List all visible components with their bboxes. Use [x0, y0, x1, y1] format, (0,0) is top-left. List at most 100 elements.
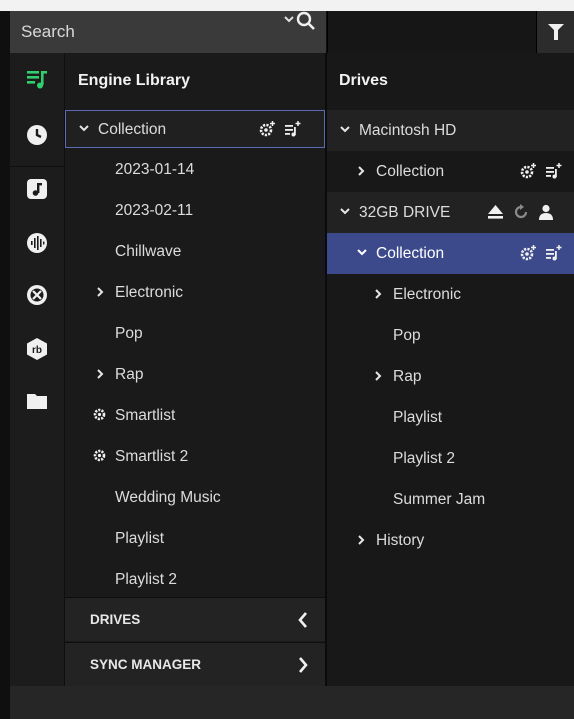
- item-label: 2023-01-14: [115, 161, 195, 178]
- drive-item[interactable]: Playlist 2: [327, 438, 574, 479]
- chevron-down-icon[interactable]: [78, 123, 90, 133]
- item-label: Playlist 2: [393, 450, 456, 467]
- rail-item-history[interactable]: [10, 115, 64, 155]
- drive-item-macintosh-hd[interactable]: Macintosh HD: [327, 110, 574, 151]
- engine-library-panel: Engine Library Collection 2023-01-14 202…: [65, 53, 325, 686]
- library-item[interactable]: Electronic: [65, 272, 325, 313]
- item-label: 2023-02-11: [115, 202, 194, 219]
- source-rail: rb: [10, 53, 64, 686]
- search-input[interactable]: [21, 22, 271, 42]
- library-item[interactable]: 2023-02-11: [65, 190, 325, 231]
- item-label: Pop: [393, 327, 421, 344]
- refresh-icon[interactable]: [513, 204, 529, 220]
- drive-item-collection-selected[interactable]: Collection: [327, 233, 574, 274]
- eject-icon[interactable]: [487, 204, 504, 220]
- item-label: Wedding Music: [115, 489, 221, 506]
- item-label: Playlist: [115, 530, 165, 547]
- panel-title: Engine Library: [78, 72, 191, 89]
- library-item[interactable]: Pop: [65, 313, 325, 354]
- drives-panel: Drives Macintosh HD Collection 32GB DRIV…: [327, 53, 574, 686]
- rekordbox-icon: rb: [27, 338, 47, 360]
- rail-item-library[interactable]: [10, 59, 64, 99]
- chevron-down-icon[interactable]: [356, 247, 368, 257]
- sync-manager-section-toggle[interactable]: SYNC MANAGER: [65, 642, 325, 686]
- chevron-down-icon[interactable]: [283, 14, 295, 24]
- library-item[interactable]: Smartlist: [65, 395, 325, 436]
- chevron-right-icon[interactable]: [356, 165, 366, 177]
- library-item[interactable]: Chillwave: [65, 231, 325, 272]
- rail-item-stream[interactable]: [10, 275, 64, 315]
- panel-title: Drives: [339, 72, 388, 89]
- item-label: Smartlist: [115, 407, 176, 424]
- item-label: Rap: [393, 368, 422, 385]
- chevron-right-icon[interactable]: [373, 370, 383, 382]
- drive-item[interactable]: Pop: [327, 315, 574, 356]
- smartlist-gear-icon: [93, 408, 106, 421]
- rail-item-soundcloud[interactable]: [10, 223, 64, 263]
- music-note-icon: [27, 179, 47, 199]
- library-item[interactable]: Playlist 2: [65, 559, 325, 600]
- drive-item[interactable]: Summer Jam: [327, 479, 574, 520]
- filter-icon: [547, 24, 564, 40]
- rail-divider: [10, 166, 64, 167]
- item-label: Electronic: [393, 286, 462, 303]
- svg-text:rb: rb: [32, 345, 42, 356]
- folder-icon: [27, 394, 47, 409]
- smartlist-gear-icon: [93, 449, 106, 462]
- chevron-down-icon[interactable]: [339, 206, 351, 216]
- chevron-right-icon[interactable]: [95, 286, 105, 298]
- item-label: Collection: [376, 245, 445, 262]
- drive-item[interactable]: Rap: [327, 356, 574, 397]
- library-item[interactable]: Rap: [65, 354, 325, 395]
- item-label: Smartlist 2: [115, 448, 189, 465]
- chevron-right-icon[interactable]: [373, 288, 383, 300]
- item-label: History: [376, 532, 425, 549]
- gear-plus-icon[interactable]: [520, 244, 537, 261]
- item-label: Collection: [376, 163, 445, 180]
- playlist-add-icon[interactable]: [545, 244, 562, 261]
- section-label: DRIVES: [90, 612, 141, 627]
- drive-item[interactable]: Playlist: [327, 397, 574, 438]
- item-label: Chillwave: [115, 243, 182, 260]
- section-label: SYNC MANAGER: [90, 657, 202, 672]
- item-label: Pop: [115, 325, 143, 342]
- library-item[interactable]: Playlist: [65, 518, 325, 559]
- drive-item-32gb[interactable]: 32GB DRIVE: [327, 192, 574, 233]
- item-label: Summer Jam: [393, 491, 486, 508]
- filter-button[interactable]: [536, 11, 574, 53]
- playlist-add-icon[interactable]: [545, 162, 562, 179]
- library-item[interactable]: Smartlist 2: [65, 436, 325, 477]
- item-label: Rap: [115, 366, 144, 383]
- item-label: Collection: [98, 121, 167, 138]
- window-top-border: [0, 0, 574, 11]
- item-label: Playlist 2: [115, 571, 178, 588]
- rail-item-files[interactable]: [10, 381, 64, 421]
- playlist-add-icon[interactable]: [284, 120, 301, 137]
- library-item-collection[interactable]: Collection: [65, 110, 325, 148]
- search-icon[interactable]: [295, 10, 317, 32]
- library-item[interactable]: Wedding Music: [65, 477, 325, 518]
- engine-library-header: Engine Library: [65, 53, 325, 109]
- library-icon: [27, 71, 47, 89]
- stream-icon: [27, 285, 47, 305]
- status-bar: [10, 686, 574, 719]
- clock-icon: [27, 125, 47, 145]
- drives-header: Drives: [327, 53, 574, 109]
- search-bar[interactable]: [10, 11, 326, 53]
- rail-item-music[interactable]: [10, 169, 64, 209]
- chevron-right-icon[interactable]: [356, 534, 366, 546]
- chevron-right-icon[interactable]: [95, 368, 105, 380]
- user-icon[interactable]: [538, 204, 554, 220]
- item-label: 32GB DRIVE: [359, 204, 451, 221]
- library-item[interactable]: 2023-01-14: [65, 149, 325, 190]
- gear-plus-icon[interactable]: [520, 162, 537, 179]
- drives-section-toggle[interactable]: DRIVES: [65, 597, 325, 641]
- drive-item-collection[interactable]: Collection: [327, 151, 574, 192]
- chevron-left-icon: [298, 612, 307, 628]
- gear-plus-icon[interactable]: [259, 120, 276, 137]
- drive-item[interactable]: Electronic: [327, 274, 574, 315]
- rail-item-rekordbox[interactable]: rb: [10, 329, 64, 369]
- drive-item[interactable]: History: [327, 520, 574, 561]
- chevron-down-icon[interactable]: [339, 124, 351, 134]
- waveform-icon: [27, 233, 47, 253]
